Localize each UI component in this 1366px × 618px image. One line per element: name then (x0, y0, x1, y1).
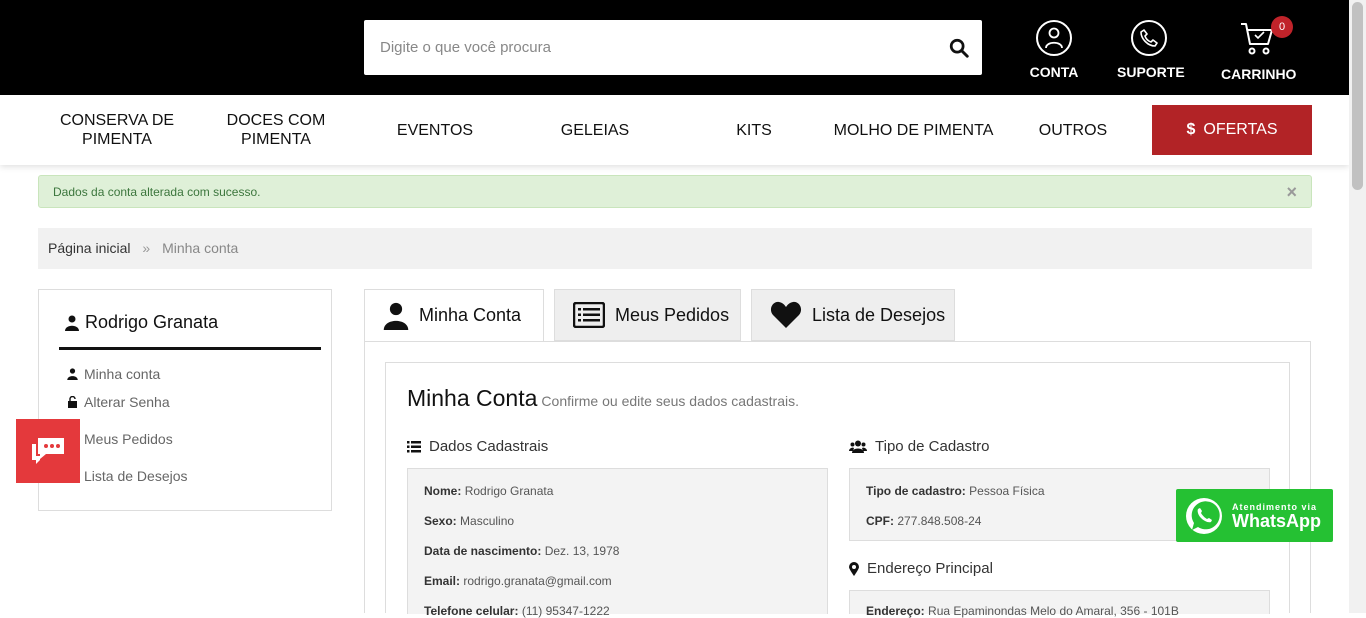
breadcrumb-home[interactable]: Página inicial (48, 240, 131, 256)
sidebar-item-lista-desejos[interactable]: Lista de Desejos (67, 468, 188, 484)
field-email: Email: rodrigo.granata@gmail.com (424, 574, 612, 588)
scrollbar[interactable] (1349, 0, 1366, 613)
nav-item-doces[interactable]: DOCES COM PIMENTA (206, 95, 346, 165)
user-icon (67, 368, 78, 380)
close-icon[interactable]: × (1286, 182, 1297, 203)
tab-meus-pedidos[interactable]: Meus Pedidos (554, 289, 741, 341)
alert-message: Dados da conta alterada com sucesso. (53, 185, 261, 199)
user-icon (65, 315, 79, 331)
account-button[interactable]: CONTA (1026, 20, 1082, 80)
address-box: Endereço: Rua Epaminondas Melo do Amaral… (849, 590, 1270, 618)
nav-item-eventos[interactable]: EVENTOS (365, 95, 505, 165)
page-subtitle: Confirme ou edite seus dados cadastrais. (541, 393, 800, 409)
heart-icon (770, 301, 802, 328)
users-icon (849, 440, 867, 453)
whatsapp-icon (1186, 497, 1222, 534)
nav-item-molho[interactable]: MOLHO DE PIMENTA (826, 95, 1001, 165)
chat-button[interactable] (16, 419, 80, 483)
search-icon[interactable] (948, 37, 970, 59)
nav-item-conserva[interactable]: CONSERVA DE PIMENTA (47, 95, 187, 165)
sidebar-user: Rodrigo Granata (65, 312, 218, 333)
offers-button[interactable]: $ OFERTAS (1152, 105, 1312, 155)
field-nascimento: Data de nascimento: Dez. 13, 1978 (424, 544, 620, 558)
whatsapp-label: WhatsApp (1232, 510, 1321, 531)
list-icon (407, 440, 421, 452)
account-card: Minha Conta Confirme ou edite seus dados … (385, 362, 1290, 618)
main-nav: CONSERVA DE PIMENTA DOCES COM PIMENTA EVEN… (0, 95, 1349, 165)
unlock-icon (68, 396, 77, 408)
personal-data-box: Nome: Rodrigo Granata Sexo: Masculino Da… (407, 468, 828, 618)
sidebar-divider (59, 347, 321, 350)
nav-item-outros[interactable]: OUTROS (1003, 95, 1143, 165)
dollar-icon: $ (1186, 121, 1196, 138)
sidebar-item-minha-conta[interactable]: Minha conta (67, 366, 160, 382)
chat-icon (32, 438, 64, 464)
breadcrumb-current: Minha conta (162, 240, 239, 256)
user-icon (1036, 20, 1072, 56)
sidebar-item-meus-pedidos[interactable]: Meus Pedidos (67, 431, 173, 447)
personal-data-heading: Dados Cadastrais (407, 438, 548, 455)
support-button[interactable]: SUPORTE (1117, 20, 1185, 80)
field-cpf: CPF: 277.848.508-24 (866, 514, 982, 528)
page-title: Minha Conta Confirme ou edite seus dados … (407, 385, 800, 411)
cart-button[interactable]: 0 CARRINHO (1221, 16, 1297, 82)
field-telefone: Telefone celular: (11) 95347-1222 (424, 604, 610, 618)
top-bar: CONTA SUPORTE 0 CARRINHO (0, 0, 1349, 95)
field-nome: Nome: Rodrigo Granata (424, 484, 554, 498)
phone-icon (1131, 20, 1167, 56)
breadcrumb-separator: » (142, 240, 151, 256)
user-icon (383, 302, 409, 330)
account-sidebar: Rodrigo Granata Minha conta Alterar Senh… (38, 289, 332, 511)
map-marker-icon (849, 561, 859, 576)
cart-count-badge: 0 (1271, 16, 1293, 38)
list-icon (573, 302, 605, 328)
account-type-heading: Tipo de Cadastro (849, 438, 990, 455)
success-alert: Dados da conta alterada com sucesso. × (38, 175, 1312, 208)
address-heading: Endereço Principal (849, 560, 993, 577)
scrollbar-thumb[interactable] (1352, 2, 1363, 190)
search-box (364, 20, 982, 75)
support-label: SUPORTE (1117, 64, 1185, 80)
tab-minha-conta[interactable]: Minha Conta (364, 289, 544, 342)
field-sexo: Sexo: Masculino (424, 514, 515, 528)
cart-label: CARRINHO (1221, 66, 1297, 82)
nav-item-kits[interactable]: KITS (684, 95, 824, 165)
breadcrumb: Página inicial » Minha conta (38, 228, 1312, 269)
account-label: CONTA (1029, 64, 1079, 80)
field-endereco: Endereço: Rua Epaminondas Melo do Amaral… (866, 604, 1179, 618)
sidebar-item-alterar-senha[interactable]: Alterar Senha (67, 394, 170, 410)
whatsapp-caption: Atendimento via (1232, 501, 1318, 512)
search-input[interactable] (364, 20, 924, 75)
field-tipo-cadastro: Tipo de cadastro: Pessoa Física (866, 484, 1045, 498)
whatsapp-button[interactable]: Atendimento via WhatsApp (1176, 489, 1333, 542)
nav-item-geleias[interactable]: GELEIAS (525, 95, 665, 165)
tab-lista-desejos[interactable]: Lista de Desejos (751, 289, 955, 341)
